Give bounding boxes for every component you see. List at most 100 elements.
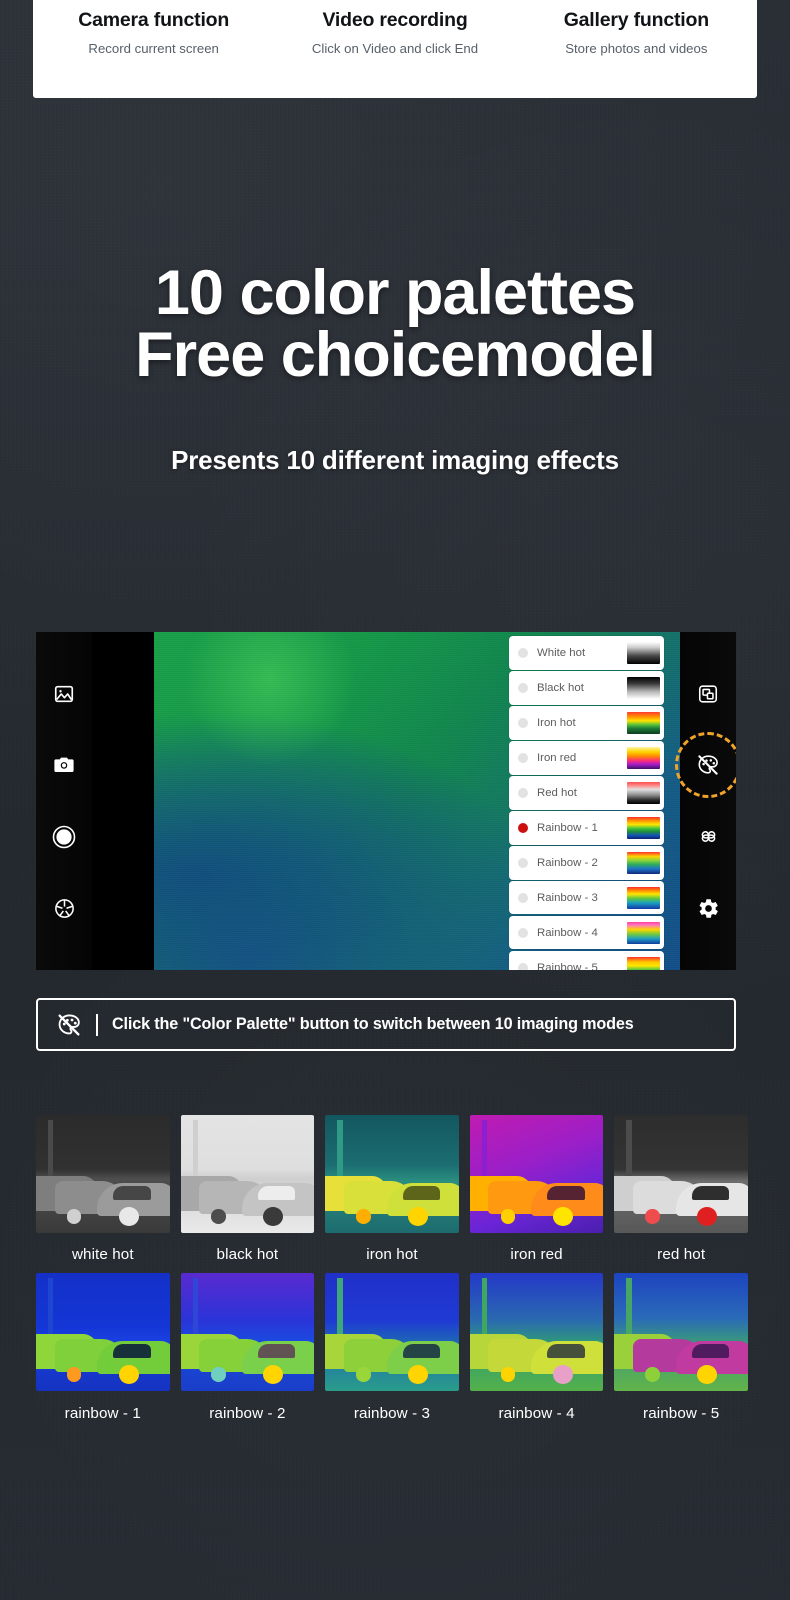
thumbnail[interactable] bbox=[180, 1115, 315, 1233]
palette-radio[interactable] bbox=[518, 927, 528, 938]
gallery-cell-label: rainbow - 3 bbox=[353, 1405, 431, 1422]
gallery-cell-rainbow-1[interactable]: rainbow - 1 bbox=[36, 1273, 170, 1422]
palette-radio[interactable] bbox=[518, 682, 528, 693]
feature-column-camera: Camera function Record current screen bbox=[33, 0, 274, 56]
hero-subtitle: Presents 10 different imaging effects bbox=[171, 444, 619, 475]
gallery-cell-iron-hot[interactable]: iron hot bbox=[325, 1115, 459, 1263]
palette-swatch bbox=[627, 956, 660, 970]
gallery-cell-rainbow-2[interactable]: rainbow - 2 bbox=[180, 1273, 315, 1422]
palette-radio[interactable] bbox=[518, 752, 528, 763]
hero-heading-line2: Free choicemodel bbox=[135, 320, 656, 391]
palette-swatch bbox=[627, 676, 660, 699]
thumbnail[interactable] bbox=[614, 1273, 748, 1391]
gallery-cell-rainbow-3[interactable]: rainbow - 3 bbox=[325, 1273, 459, 1422]
color-palette-slash-icon bbox=[54, 1010, 84, 1040]
feature-card: Camera function Record current screen Vi… bbox=[33, 0, 757, 98]
hero-heading-line1: 10 color palettes bbox=[154, 258, 636, 328]
thumbnail[interactable] bbox=[36, 1115, 170, 1233]
thermal-image-rainbow-5 bbox=[614, 1273, 748, 1391]
palette-swatch bbox=[627, 781, 660, 804]
gear-icon[interactable] bbox=[693, 893, 723, 923]
palette-radio[interactable] bbox=[518, 857, 528, 868]
palette-radio[interactable] bbox=[518, 822, 528, 833]
palette-option-label: Black hot bbox=[537, 681, 584, 694]
gallery-cell-label: rainbow - 1 bbox=[64, 1405, 141, 1422]
palette-swatch bbox=[627, 851, 660, 874]
palette-menu[interactable]: White hot Black hot Iron hot Iron red Re bbox=[509, 636, 664, 970]
thumbnail[interactable] bbox=[36, 1273, 170, 1391]
palette-highlight-ring bbox=[675, 732, 736, 799]
gallery-cell-label: iron hot bbox=[366, 1246, 418, 1263]
thumbnail[interactable] bbox=[469, 1273, 604, 1391]
palette-option-label: Rainbow - 4 bbox=[537, 926, 598, 939]
thermal-image-iron-red bbox=[469, 1115, 604, 1233]
palette-swatch bbox=[627, 641, 660, 664]
palette-option-label: Rainbow - 3 bbox=[537, 891, 598, 904]
palette-option[interactable]: White hot bbox=[509, 636, 664, 670]
shutter-icon[interactable] bbox=[49, 822, 79, 852]
thermal-image-white-hot bbox=[36, 1115, 170, 1233]
palette-option-selected[interactable]: Rainbow - 1 bbox=[509, 810, 664, 845]
device-left-toolbar bbox=[36, 632, 92, 970]
feature-subtitle: Record current screen bbox=[88, 41, 219, 57]
palette-radio[interactable] bbox=[518, 892, 528, 903]
picture-in-picture-icon[interactable] bbox=[693, 679, 723, 709]
gallery-cell-rainbow-4[interactable]: rainbow - 4 bbox=[469, 1273, 604, 1422]
thermal-image-rainbow-1 bbox=[36, 1273, 170, 1391]
thumbnail[interactable] bbox=[469, 1115, 604, 1233]
palette-option-label: Rainbow - 5 bbox=[537, 961, 598, 970]
palette-option-label: White hot bbox=[537, 646, 586, 659]
gallery-cell-label: black hot bbox=[216, 1246, 279, 1263]
gallery-cell-label: rainbow - 5 bbox=[643, 1405, 720, 1422]
thumbnail[interactable] bbox=[614, 1115, 748, 1233]
gallery-cell-white-hot[interactable]: white hot bbox=[36, 1115, 170, 1263]
gallery-cell-black-hot[interactable]: black hot bbox=[180, 1115, 315, 1263]
grid-modes-icon[interactable] bbox=[693, 822, 723, 852]
feature-subtitle: Click on Video and click End bbox=[311, 41, 479, 57]
palette-option[interactable]: Rainbow - 3 bbox=[509, 880, 664, 915]
palette-swatch bbox=[627, 921, 660, 944]
thumbnail[interactable] bbox=[325, 1115, 459, 1233]
palette-option-label: Iron red bbox=[537, 751, 577, 764]
thumbnail[interactable] bbox=[325, 1273, 459, 1391]
palette-radio[interactable] bbox=[518, 962, 528, 970]
palette-swatch bbox=[627, 711, 660, 734]
palette-option-label: Iron hot bbox=[537, 716, 576, 729]
hero-heading: 10 color palettes Free choicemodel bbox=[0, 262, 790, 391]
palette-option[interactable]: Black hot bbox=[509, 670, 664, 705]
callout-divider bbox=[96, 1013, 98, 1036]
callout-text: Click the "Color Palette" button to swit… bbox=[112, 1015, 634, 1033]
thermal-image-rainbow-4 bbox=[469, 1273, 604, 1391]
feature-subtitle: Store photos and videos bbox=[565, 41, 708, 57]
thermal-image-rainbow-3 bbox=[325, 1273, 459, 1391]
gallery-cell-red-hot[interactable]: red hot bbox=[614, 1115, 748, 1263]
palette-option-label: Rainbow - 2 bbox=[537, 856, 598, 869]
palette-gallery-row-2: rainbow - 1 rainbow - 2 rainbow - 3 rain… bbox=[36, 1273, 748, 1422]
aperture-icon[interactable] bbox=[49, 893, 79, 923]
palette-option[interactable]: Rainbow - 5 bbox=[509, 950, 664, 970]
thermal-image-black-hot bbox=[180, 1115, 315, 1233]
palette-option[interactable]: Iron hot bbox=[509, 705, 664, 740]
feature-title: Gallery function bbox=[563, 9, 709, 31]
palette-option[interactable]: Rainbow - 4 bbox=[509, 915, 664, 950]
palette-radio[interactable] bbox=[518, 787, 528, 798]
color-palette-icon[interactable] bbox=[675, 732, 736, 799]
palette-option[interactable]: Red hot bbox=[509, 775, 664, 810]
palette-swatch bbox=[627, 816, 660, 839]
gallery-cell-label: red hot bbox=[657, 1246, 706, 1263]
palette-option[interactable]: Iron red bbox=[509, 740, 664, 775]
thumbnail[interactable] bbox=[180, 1273, 315, 1391]
palette-radio[interactable] bbox=[518, 647, 528, 658]
palette-option[interactable]: Rainbow - 2 bbox=[509, 845, 664, 880]
gallery-cell-rainbow-5[interactable]: rainbow - 5 bbox=[614, 1273, 748, 1422]
palette-radio[interactable] bbox=[518, 717, 528, 728]
hero-section: 10 color palettes Free choicemodel Prese… bbox=[0, 262, 790, 476]
gallery-cell-label: white hot bbox=[71, 1246, 134, 1263]
callout-bar: Click the "Color Palette" button to swit… bbox=[36, 998, 736, 1051]
palette-gallery: white hot black hot iron hot iron red re… bbox=[36, 1115, 748, 1432]
palette-option-label: Rainbow - 1 bbox=[537, 821, 598, 834]
gallery-icon[interactable] bbox=[49, 679, 79, 709]
gallery-cell-iron-red[interactable]: iron red bbox=[469, 1115, 604, 1263]
device-right-toolbar bbox=[675, 632, 736, 970]
camera-icon[interactable] bbox=[49, 750, 79, 780]
